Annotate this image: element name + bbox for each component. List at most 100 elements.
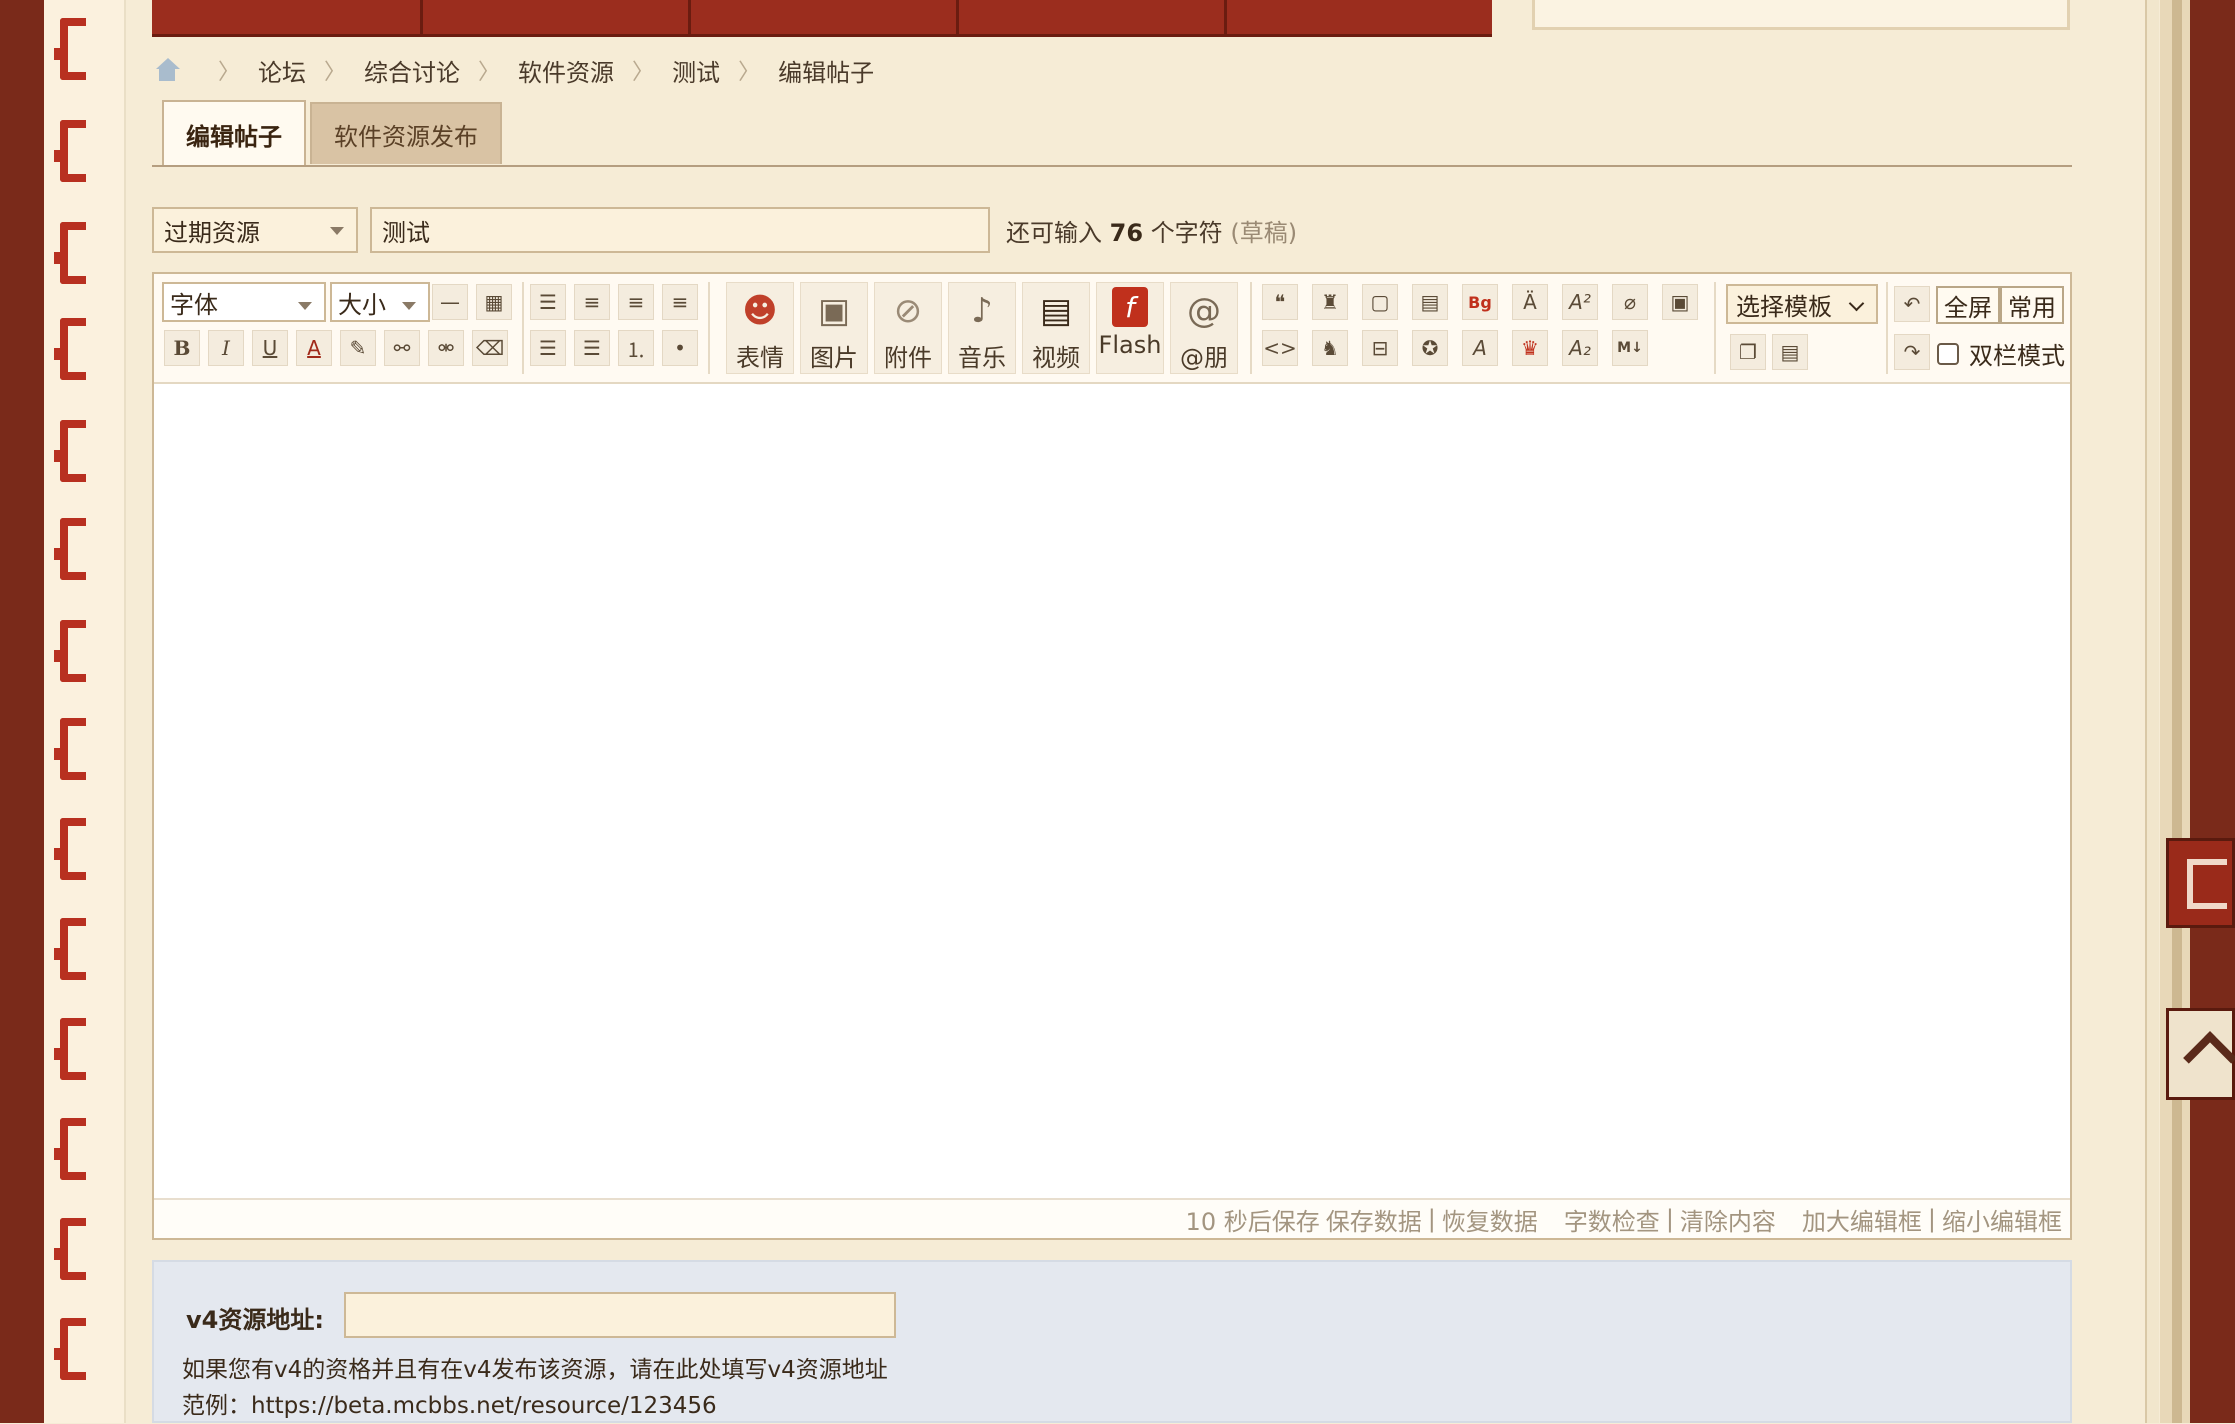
hide-content-icon[interactable]: ♞	[1312, 330, 1348, 366]
float-left-icon[interactable]: ☰	[530, 284, 566, 320]
breadcrumb-forum[interactable]: 论坛	[258, 53, 306, 88]
dual-mode-label: 双栏模式	[1969, 342, 2065, 370]
unlink-icon[interactable]: ⚮	[428, 330, 464, 366]
strikethrough-icon[interactable]: ⌀	[1612, 284, 1648, 320]
breadcrumb: 〉 论坛 〉 综合讨论 〉 软件资源 〉 测试 〉 编辑帖子	[154, 50, 874, 90]
music-note-icon: ♪	[971, 290, 993, 331]
enlarge-editor-link[interactable]: 加大编辑框	[1802, 1202, 1922, 1237]
clear-content-link[interactable]: 清除内容	[1680, 1202, 1776, 1237]
home-icon[interactable]	[154, 58, 180, 82]
picture-icon: ▣	[817, 290, 851, 331]
post-tabs: 编辑帖子 软件资源发布	[162, 100, 506, 166]
document-icon[interactable]: ▤	[1772, 334, 1808, 370]
attachment-button[interactable]: ⊘ 附件	[874, 282, 942, 374]
title-input[interactable]	[370, 207, 990, 253]
editor-status-bar: 10 秒后保存 保存数据 | 恢复数据 字数检查 | 清除内容 加大编辑框 | …	[154, 1198, 2070, 1238]
italic-icon[interactable]: I	[208, 330, 244, 366]
link-icon[interactable]: ⚯	[384, 330, 420, 366]
table-icon[interactable]: ▦	[476, 284, 512, 320]
float-right-icon[interactable]: ☰	[530, 330, 566, 366]
code-icon[interactable]: <>	[1262, 330, 1298, 366]
separator: |	[1927, 1205, 1936, 1233]
save-data-link[interactable]: 保存数据	[1326, 1202, 1422, 1237]
back-to-top-button[interactable]	[2166, 1008, 2235, 1100]
emoji-button[interactable]: ☻ 表情	[726, 282, 794, 374]
v4-hint: 如果您有v4的资格并且有在v4发布该资源，请在此处填写v4资源地址 范例：htt…	[182, 1352, 888, 1424]
side-widget-button[interactable]	[2166, 838, 2235, 928]
unordered-list-icon[interactable]: •	[662, 330, 698, 366]
template-select[interactable]: 选择模板	[1726, 284, 1878, 324]
title-row: 过期资源 还可输入 76 个字符 (草稿)	[152, 206, 1297, 254]
markdown-icon[interactable]: M↓	[1612, 330, 1648, 366]
ornament	[54, 1018, 86, 1080]
bold-icon[interactable]: B	[164, 330, 200, 366]
breadcrumb-thread[interactable]: 测试	[672, 53, 720, 88]
dual-mode-checkbox[interactable]	[1937, 342, 1959, 365]
header-strip	[152, 0, 1492, 37]
video-button[interactable]: ▤ 视频	[1022, 282, 1090, 374]
mention-label: @朋	[1180, 344, 1228, 372]
align-right-icon[interactable]: ≡	[662, 284, 698, 320]
background-color-icon[interactable]: ✎	[340, 330, 376, 366]
background-image-icon[interactable]: Bg	[1462, 284, 1498, 320]
breadcrumb-general[interactable]: 综合讨论	[364, 53, 460, 88]
ordered-list-icon[interactable]: ⒈	[618, 330, 654, 366]
quote-icon[interactable]: ❝	[1262, 284, 1298, 320]
free-box-icon[interactable]: ♜	[1312, 284, 1348, 320]
size-select-label: 大小	[338, 290, 386, 319]
paste-word-icon[interactable]: ▢	[1362, 284, 1398, 320]
category-select[interactable]: 过期资源	[152, 207, 358, 253]
superscript-icon[interactable]: A²	[1562, 284, 1598, 320]
left-frame	[0, 0, 44, 1423]
copy-icon[interactable]: ❐	[1730, 334, 1766, 370]
right-frame-stripe	[2145, 0, 2159, 1423]
dual-mode-toggle[interactable]: 双栏模式	[1937, 336, 2065, 371]
tab-edit-post[interactable]: 编辑帖子	[162, 100, 306, 166]
toolbar-divider	[708, 282, 710, 374]
common-button[interactable]: 常用	[2000, 286, 2064, 324]
align-left-icon[interactable]: ≡	[574, 284, 610, 320]
ornament	[54, 18, 86, 80]
subscript-icon[interactable]: A₂	[1562, 330, 1598, 366]
qq-icon[interactable]: ♛	[1512, 330, 1548, 366]
counter-prefix: 还可输入	[1006, 218, 1102, 247]
font-select[interactable]: 字体	[162, 282, 326, 322]
image-label: 图片	[810, 344, 858, 372]
restore-data-link[interactable]: 恢复数据	[1442, 1202, 1538, 1237]
breadcrumb-separator: 〉	[738, 60, 761, 85]
ruby-icon[interactable]: Ä	[1512, 284, 1548, 320]
index-icon[interactable]: ▤	[1412, 284, 1448, 320]
horizontal-rule-icon[interactable]: —	[432, 284, 468, 320]
font-select-label: 字体	[170, 290, 218, 319]
word-check-link[interactable]: 字数检查	[1564, 1202, 1660, 1237]
ornament	[54, 222, 86, 284]
undo-icon[interactable]: ↶	[1894, 286, 1930, 322]
breadcrumb-software[interactable]: 软件资源	[518, 53, 614, 88]
image-button[interactable]: ▣ 图片	[800, 282, 868, 374]
content-editor[interactable]	[154, 384, 2070, 1202]
music-button[interactable]: ♪ 音乐	[948, 282, 1016, 374]
fullscreen-button[interactable]: 全屏	[1936, 286, 2000, 324]
page-break-icon[interactable]: ▣	[1662, 284, 1698, 320]
post-reward-icon[interactable]: ✪	[1412, 330, 1448, 366]
tab-software-publish[interactable]: 软件资源发布	[310, 102, 502, 164]
separator: |	[1427, 1205, 1436, 1233]
v4-url-input[interactable]	[344, 1292, 896, 1338]
editor-toolbar: 字体 大小 — ▦ B I U A ✎ ⚯ ⚮ ⌫ ☰ ≡ ≡ ≡ ☰ ☰ ⒈ …	[154, 274, 2070, 384]
size-select[interactable]: 大小	[330, 282, 430, 322]
text-color-icon[interactable]: A	[296, 330, 332, 366]
justify-icon[interactable]: ☰	[574, 330, 610, 366]
clear-format-icon[interactable]: ⌫	[472, 330, 508, 366]
ornament	[54, 620, 86, 682]
redo-icon[interactable]: ↷	[1894, 334, 1930, 370]
flash-button[interactable]: f Flash	[1096, 282, 1164, 374]
underline-icon[interactable]: U	[252, 330, 288, 366]
align-center-icon[interactable]: ≡	[618, 284, 654, 320]
mention-button[interactable]: @ @朋	[1170, 282, 1238, 374]
draft-link[interactable]: (草稿)	[1230, 219, 1297, 247]
shrink-editor-link[interactable]: 缩小编辑框	[1942, 1202, 2062, 1237]
font-style-icon[interactable]: A	[1462, 330, 1498, 366]
password-icon[interactable]: ⊟	[1362, 330, 1398, 366]
separator: |	[1665, 1205, 1674, 1233]
paperclip-icon: ⊘	[893, 290, 923, 331]
